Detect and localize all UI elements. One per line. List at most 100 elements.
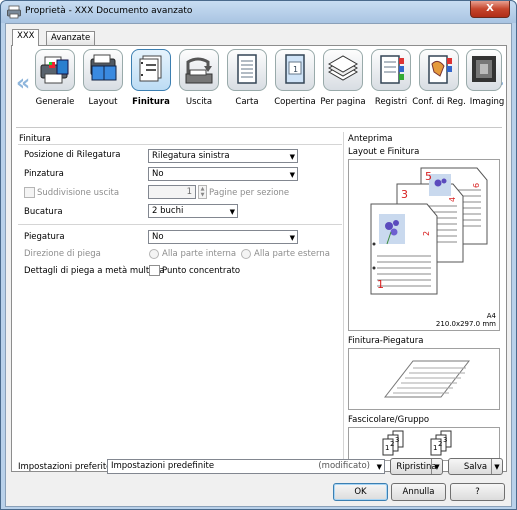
save-button[interactable]: Salva ▼ [448, 458, 503, 475]
page-number-3: 3 [401, 188, 408, 201]
ribbon-label: Imaging [469, 97, 505, 107]
fold-outside-radio[interactable] [241, 249, 251, 259]
chevron-down-icon: ▼ [376, 463, 382, 471]
title-bar: Proprietà - XXX Documento avanzato X [1, 1, 516, 23]
collate-number: 2 [438, 440, 442, 448]
layout-icon [83, 49, 123, 91]
ok-button[interactable]: OK [333, 483, 388, 501]
favorites-modified: (modificato) [318, 461, 370, 471]
output-subdivision-checkbox[interactable] [24, 187, 35, 198]
chevron-down-icon[interactable]: ▼ [431, 459, 442, 474]
fold-preview-title: Finitura-Piegatura [348, 336, 424, 346]
collate-number: 3 [443, 436, 447, 444]
flower-image-icon [379, 214, 405, 245]
chevron-down-icon: ▼ [289, 171, 295, 179]
help-button[interactable]: ? [450, 483, 505, 501]
stapling-select[interactable]: No ▼ [148, 167, 298, 181]
folding-value: No [152, 232, 164, 242]
favorites-select[interactable]: Impostazioni predefinite (modificato) ▼ [107, 459, 385, 474]
collate-number: 2 [390, 440, 394, 448]
fold-sheet-icon [383, 360, 471, 398]
preview-group-title: Anteprima [348, 134, 393, 144]
chevron-down-icon[interactable]: ▼ [491, 459, 502, 474]
fold-inside-label: Alla parte interna [162, 249, 237, 259]
collate-number: 1 [433, 444, 437, 452]
chevron-down-icon: ▼ [229, 208, 235, 216]
punching-label: Bucatura [24, 207, 63, 217]
printer-app-icon [7, 5, 21, 19]
dialog-body: XXX Avanzate « » Generale Layout [5, 23, 512, 507]
chevron-down-icon: ▼ [289, 234, 295, 242]
binding-position-label: Posizione di Rilegatura [24, 150, 121, 160]
ribbon-item-carta[interactable]: Carta [224, 49, 270, 125]
binding-position-select[interactable]: Rilegatura sinistra ▼ [148, 149, 298, 163]
fold-preview [348, 348, 500, 410]
paper-icon [227, 49, 267, 91]
chevron-down-icon: ▼ [289, 153, 295, 161]
fold-outside-label: Alla parte esterna [254, 249, 330, 259]
stapling-label: Pinzatura [24, 169, 64, 179]
tabs-icon [371, 49, 411, 91]
page-number-4: 4 [448, 197, 457, 202]
focused-dot-checkbox[interactable] [149, 265, 160, 276]
scroll-left-icon[interactable]: « [16, 71, 30, 96]
printer-icon [35, 49, 75, 91]
restore-button[interactable]: Ripristina ▼ [390, 458, 443, 475]
paper-dimensions: 210.0x297.0 mm [435, 320, 496, 328]
tab-avanzate[interactable]: Avanzate [46, 31, 96, 45]
folding-divider [18, 224, 342, 225]
save-label: Salva [463, 462, 488, 472]
page-number-1: 1 [377, 278, 384, 291]
collate-preview: 1 2 3 1 2 3 [348, 427, 500, 461]
tab-xxx[interactable]: XXX [12, 29, 40, 46]
favorites-value: Impostazioni predefinite [111, 461, 215, 471]
folding-select[interactable]: No ▼ [148, 230, 298, 244]
ribbon-item-conf-reg[interactable]: Conf. di Reg. [412, 49, 466, 125]
page-number-6: 6 [472, 183, 481, 188]
cover-icon: 1 [275, 49, 315, 91]
output-icon [179, 49, 219, 91]
tab-page: « » Generale Layout [11, 45, 507, 472]
collate-sets-icon: 1 2 3 1 2 3 [382, 430, 452, 456]
stacked-pages-preview: 1 2 3 4 5 6 [370, 167, 488, 295]
fold-direction-label: Direzione di piega [24, 249, 101, 259]
output-subdivision-spinner[interactable]: ▲ ▼ [198, 185, 207, 199]
collate-number: 1 [385, 444, 389, 452]
tab-config-icon [419, 49, 459, 91]
fold-inside-radio[interactable] [149, 249, 159, 259]
ribbon-item-uscita[interactable]: Uscita [176, 49, 222, 125]
ribbon-item-layout[interactable]: Layout [80, 49, 126, 125]
ribbon-item-registri[interactable]: Registri [368, 49, 414, 125]
ribbon-item-copertina[interactable]: 1 Copertina [272, 49, 318, 125]
ribbon-item-generale[interactable]: Generale [32, 49, 78, 125]
collate-number: 3 [395, 436, 399, 444]
preview-layout-title: Layout e Finitura [348, 147, 420, 157]
layout-preview: 1 2 3 4 5 6 A4 210.0x297.0 mm [348, 159, 500, 331]
pages-per-set-label: Pagine per sezione [209, 188, 290, 198]
ribbon-item-imaging[interactable]: Imaging [464, 49, 504, 125]
multi-fold-label: Dettagli di piega a metà multipla [24, 266, 165, 276]
favorites-label: Impostazioni preferite [18, 462, 112, 472]
flower-image-icon [429, 174, 451, 196]
finishing-icon [131, 49, 171, 91]
ribbon-item-finitura[interactable]: Finitura [128, 49, 174, 125]
page-number-5: 5 [425, 170, 432, 183]
window-title: Proprietà - XXX Documento avanzato [25, 6, 193, 16]
vertical-divider [343, 132, 344, 462]
output-subdivision-input[interactable]: 1 [148, 185, 196, 199]
per-page-icon [323, 49, 363, 91]
paper-size: A4 [486, 312, 496, 320]
finishing-group-divider [18, 144, 342, 145]
dialog-window: Proprietà - XXX Documento avanzato X XXX… [0, 0, 517, 510]
ribbon-item-per-pagina[interactable]: Per pagina [320, 49, 366, 125]
close-button[interactable]: X [470, 1, 510, 18]
ribbon-divider [16, 127, 502, 128]
punching-select[interactable]: 2 buchi ▼ [148, 204, 238, 218]
folding-label: Piegatura [24, 232, 65, 242]
punching-value: 2 buchi [152, 206, 184, 216]
stapling-value: No [152, 169, 164, 179]
imaging-icon [466, 49, 502, 91]
cancel-button[interactable]: Annulla [391, 483, 446, 501]
output-subdivision-label: Suddivisione uscita [37, 188, 120, 198]
feature-ribbon: « » Generale Layout [12, 46, 506, 126]
